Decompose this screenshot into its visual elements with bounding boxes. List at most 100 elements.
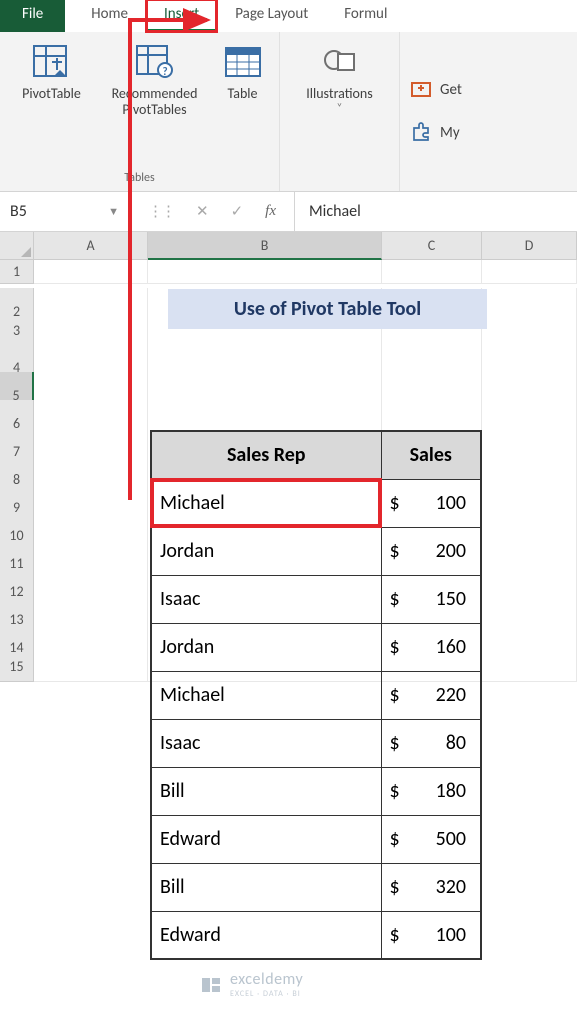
table-row[interactable]: Jordan$160 xyxy=(151,623,481,671)
cell-currency: $ xyxy=(381,815,407,863)
cell-sales: 320 xyxy=(407,863,481,911)
tab-home[interactable]: Home xyxy=(73,0,146,32)
tab-insert[interactable]: Insert xyxy=(146,0,217,32)
tab-page-layout[interactable]: Page Layout xyxy=(217,0,326,32)
illustrations-icon xyxy=(320,42,360,82)
get-addins-button[interactable]: Get xyxy=(410,77,462,104)
cell-sales: 200 xyxy=(407,527,481,575)
cell-currency: $ xyxy=(381,575,407,623)
my-label: My xyxy=(440,124,460,142)
cell-B1[interactable] xyxy=(148,260,382,284)
name-box-value: B5 xyxy=(10,202,27,221)
cell-currency: $ xyxy=(381,479,407,527)
name-box[interactable]: B5 ▼ xyxy=(0,192,130,231)
watermark-icon xyxy=(200,974,222,996)
spill-icon: ⋮⋮ xyxy=(148,202,174,221)
cell-sales: 150 xyxy=(407,575,481,623)
illustrations-label: Illustrations xyxy=(306,86,373,102)
cell-currency: $ xyxy=(381,623,407,671)
cell-sales: 160 xyxy=(407,623,481,671)
col-header-D[interactable]: D xyxy=(482,232,577,260)
row-header-15[interactable]: 15 xyxy=(0,652,34,682)
cell-currency: $ xyxy=(381,527,407,575)
header-sales: Sales xyxy=(381,431,481,479)
table-row[interactable]: Bill$180 xyxy=(151,767,481,815)
cell-rep: Isaac xyxy=(151,719,381,767)
recommended-pivot-icon: ? xyxy=(135,42,175,82)
formula-bar: B5 ▼ ⋮⋮ ✕ ✓ fx Michael xyxy=(0,192,577,232)
cell-sales: 220 xyxy=(407,671,481,719)
illustrations-button[interactable]: Illustrations ˅ xyxy=(285,38,395,119)
tables-group-label: Tables xyxy=(124,168,154,189)
col-header-C[interactable]: C xyxy=(382,232,482,260)
cell-sales: 80 xyxy=(407,719,481,767)
cell-rep: Edward xyxy=(151,911,381,959)
header-sales-rep: Sales Rep xyxy=(151,431,381,479)
table-row[interactable]: Isaac$150 xyxy=(151,575,481,623)
cell-sales: 180 xyxy=(407,767,481,815)
store-icon xyxy=(410,77,432,104)
recommended-label-1: Recommended xyxy=(112,86,198,102)
sheet-title: Use of Pivot Table Tool xyxy=(168,289,487,329)
col-header-B[interactable]: B xyxy=(148,232,382,260)
table-row[interactable]: Edward$500 xyxy=(151,815,481,863)
ribbon-tabs: File Home Insert Page Layout Formul xyxy=(0,0,577,32)
cancel-icon[interactable]: ✕ xyxy=(196,202,209,221)
cell-rep: Edward xyxy=(151,815,381,863)
tab-formulas[interactable]: Formul xyxy=(326,0,405,32)
enter-icon[interactable]: ✓ xyxy=(231,202,244,221)
pivot-table-button[interactable]: PivotTable xyxy=(9,38,95,106)
cell-sales: 500 xyxy=(407,815,481,863)
chevron-down-icon[interactable]: ▼ xyxy=(108,205,119,218)
cell-rep: Bill xyxy=(151,863,381,911)
table-button[interactable]: Table xyxy=(215,38,271,106)
ribbon: PivotTable ? Recommended PivotTables Tab… xyxy=(0,32,577,192)
data-table: Sales Rep Sales Michael$100Jordan$200Isa… xyxy=(150,430,482,960)
cell-currency: $ xyxy=(381,767,407,815)
cell-A3[interactable] xyxy=(34,316,148,346)
cell-rep: Michael xyxy=(151,671,381,719)
ribbon-group-illustrations: Illustrations ˅ xyxy=(280,32,400,191)
table-label: Table xyxy=(228,86,258,102)
cell-currency: $ xyxy=(381,863,407,911)
cell-currency: $ xyxy=(381,719,407,767)
row-header-1[interactable]: 1 xyxy=(0,260,34,284)
cell-sales: 100 xyxy=(407,911,481,959)
cell-A1[interactable] xyxy=(34,260,148,284)
svg-text:?: ? xyxy=(162,65,167,78)
formula-content[interactable]: Michael xyxy=(295,202,577,221)
pivot-table-label: PivotTable xyxy=(22,86,81,102)
chevron-down-icon: ˅ xyxy=(337,102,343,115)
watermark-brand: exceldemy xyxy=(230,970,303,989)
table-row[interactable]: Isaac$80 xyxy=(151,719,481,767)
cell-D1[interactable] xyxy=(482,260,577,284)
table-row[interactable]: Bill$320 xyxy=(151,863,481,911)
select-all-corner[interactable] xyxy=(0,232,34,260)
cell-D3[interactable] xyxy=(482,316,577,346)
cell-A15[interactable] xyxy=(34,652,148,682)
my-addins-button[interactable]: My xyxy=(410,120,462,147)
cell-C1[interactable] xyxy=(382,260,482,284)
table-row[interactable]: Jordan$200 xyxy=(151,527,481,575)
row-header-3[interactable]: 3 xyxy=(0,316,34,346)
table-icon xyxy=(223,42,263,82)
get-label: Get xyxy=(440,81,462,99)
table-row[interactable]: Michael$100 xyxy=(151,479,481,527)
fx-icon[interactable]: fx xyxy=(265,203,276,220)
watermark-tag: EXCEL · DATA · BI xyxy=(230,989,303,999)
ribbon-group-addins: Get My xyxy=(400,32,462,191)
cell-rep: Jordan xyxy=(151,623,381,671)
cell-rep: Isaac xyxy=(151,575,381,623)
tab-file[interactable]: File xyxy=(0,0,65,32)
recommended-pivot-button[interactable]: ? Recommended PivotTables xyxy=(95,38,215,122)
col-header-A[interactable]: A xyxy=(34,232,148,260)
table-row[interactable]: Edward$100 xyxy=(151,911,481,959)
cell-rep: Jordan xyxy=(151,527,381,575)
cell-sales: 100 xyxy=(407,479,481,527)
ribbon-group-tables: PivotTable ? Recommended PivotTables Tab… xyxy=(0,32,280,191)
table-row[interactable]: Michael$220 xyxy=(151,671,481,719)
pivot-table-icon xyxy=(32,42,72,82)
addins-icon xyxy=(410,120,432,147)
cell-D15[interactable] xyxy=(482,652,577,682)
cell-currency: $ xyxy=(381,671,407,719)
